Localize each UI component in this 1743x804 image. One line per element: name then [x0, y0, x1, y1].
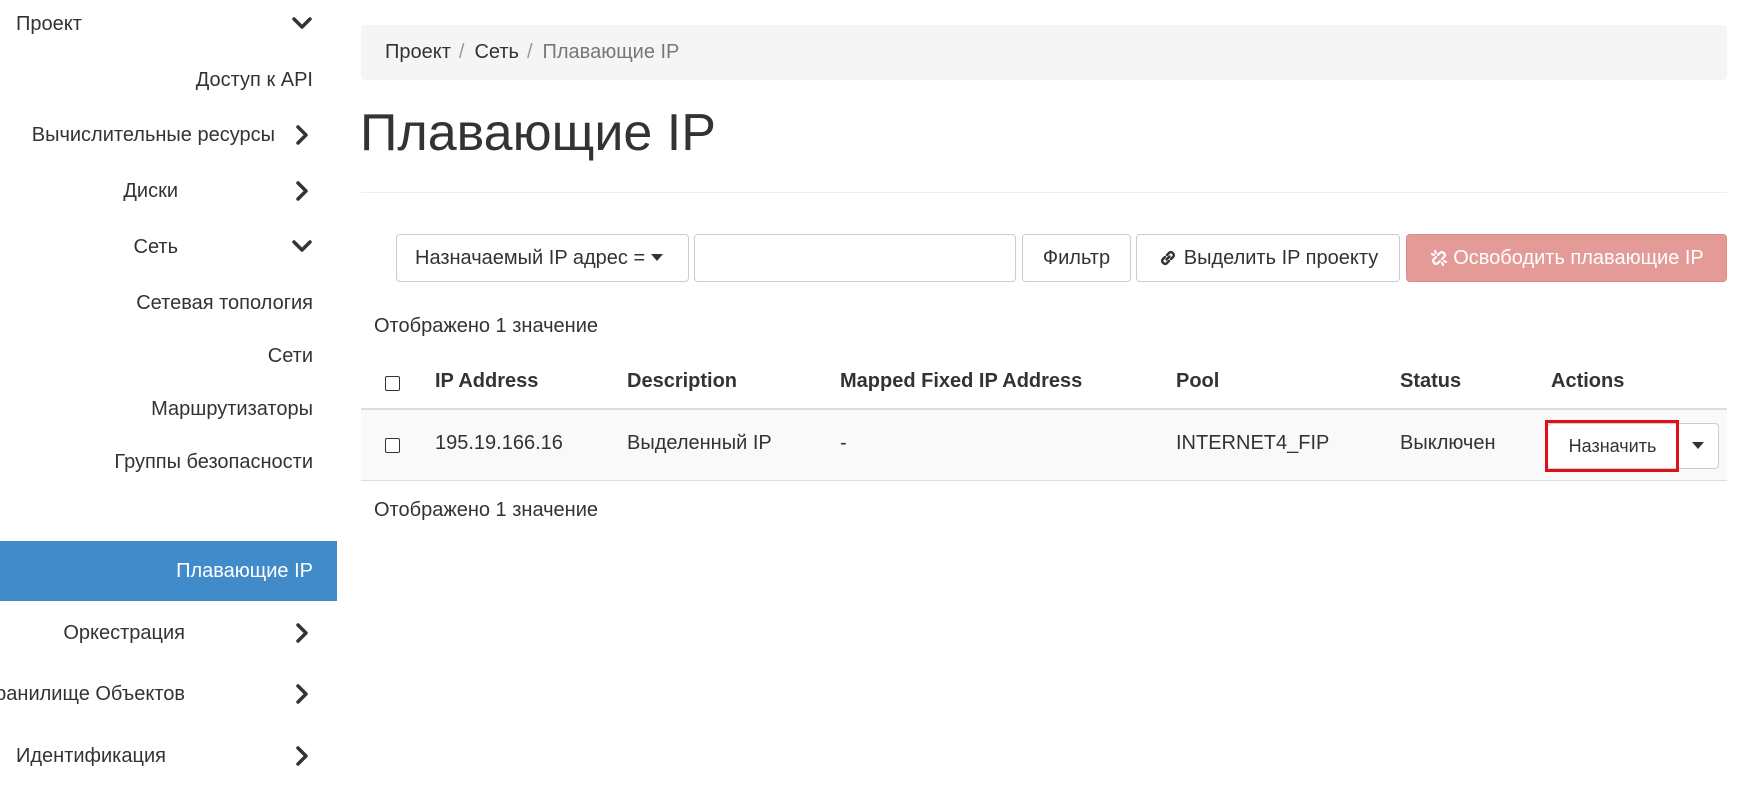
chevron-right-icon	[291, 683, 313, 705]
sidebar-item-networks[interactable]: Сети	[0, 328, 337, 384]
filter-button-label: Фильтр	[1042, 246, 1111, 269]
sidebar-item-object-store[interactable]: Хранилище Объектов	[0, 666, 337, 722]
actions-dropdown-toggle[interactable]	[1677, 423, 1719, 469]
sidebar: Проект Доступ к API Вычислительные ресур…	[0, 0, 337, 804]
cell-mapped-fixed-ip: -	[840, 432, 847, 454]
release-floating-ips-button[interactable]: Освободить плавающие IP	[1406, 234, 1727, 282]
chevron-down-icon	[291, 13, 313, 35]
column-header-status[interactable]: Status	[1400, 370, 1461, 393]
filter-field-label: Назначаемый IP адрес =	[415, 246, 646, 269]
cell-description: Выделенный IP	[627, 432, 772, 454]
sidebar-item-network-topology[interactable]: Сетевая топология	[0, 275, 337, 331]
caret-down-icon	[1692, 442, 1704, 450]
column-header-description[interactable]: Description	[627, 370, 737, 393]
sidebar-item-volumes[interactable]: Диски	[0, 163, 337, 219]
title-divider	[361, 192, 1727, 193]
chevron-right-icon	[291, 622, 313, 644]
breadcrumb-item-current: Плавающие IP	[542, 41, 680, 63]
sidebar-item-label: Сетевая топология	[136, 291, 313, 314]
sidebar-item-label: Проект	[16, 12, 82, 35]
sidebar-item-label: Плавающие IP	[176, 559, 313, 582]
cell-status: Выключен	[1400, 432, 1496, 454]
sidebar-item-label: Оркестрация	[63, 621, 185, 644]
sidebar-item-label: Диски	[123, 179, 178, 202]
link-icon	[1158, 248, 1178, 268]
filter-button[interactable]: Фильтр	[1022, 234, 1131, 282]
chevron-right-icon	[291, 745, 313, 767]
breadcrumb-item-project[interactable]: Проект	[385, 41, 451, 64]
filter-field-dropdown[interactable]: Назначаемый IP адрес =	[396, 234, 689, 282]
sidebar-item-label: Маршрутизаторы	[151, 397, 313, 420]
breadcrumb-item-network[interactable]: Сеть	[474, 41, 518, 64]
allocate-ip-button[interactable]: Выделить IP проекту	[1136, 234, 1400, 282]
breadcrumb-separator: /	[458, 41, 465, 63]
table-row: 195.19.166.16 Выделенный IP - INTERNET4_…	[361, 410, 1727, 481]
breadcrumb-separator: /	[526, 41, 533, 63]
cell-pool: INTERNET4_FIP	[1176, 432, 1330, 454]
sidebar-item-network[interactable]: Сеть	[0, 219, 337, 275]
associate-button-label: Назначить	[1568, 435, 1657, 456]
sidebar-item-label: Доступ к API	[195, 68, 313, 91]
chevron-down-icon	[291, 236, 313, 258]
breadcrumb: Проект / Сеть / Плавающие IP	[361, 25, 1727, 80]
associate-button[interactable]: Назначить	[1547, 423, 1678, 469]
column-header-pool[interactable]: Pool	[1176, 370, 1219, 393]
sidebar-item-label: Сеть	[133, 235, 178, 258]
sidebar-item-identity[interactable]: Идентификация	[0, 728, 337, 784]
row-select-checkbox[interactable]	[385, 438, 400, 453]
column-header-actions: Actions	[1551, 370, 1625, 392]
release-floating-ips-label: Освободить плавающие IP	[1453, 246, 1704, 269]
column-header-mapped-fixed-ip[interactable]: Mapped Fixed IP Address	[840, 370, 1082, 393]
select-all-checkbox[interactable]	[385, 376, 400, 391]
sidebar-item-label: Хранилище Объектов	[0, 682, 185, 705]
cell-ip-address: 195.19.166.16	[435, 432, 563, 454]
sidebar-item-floating-ips-active[interactable]: Плавающие IP	[0, 541, 337, 601]
sidebar-item-security-groups[interactable]: Группы безопасности	[0, 434, 337, 490]
caret-down-icon	[651, 254, 664, 262]
items-count-top: Отображено 1 значение	[374, 315, 599, 337]
sidebar-item-compute[interactable]: Вычислительные ресурсы	[0, 107, 337, 163]
column-header-ip-address[interactable]: IP Address	[435, 370, 538, 393]
chevron-right-icon	[291, 180, 313, 202]
allocate-ip-label: Выделить IP проекту	[1183, 246, 1379, 269]
sidebar-item-orchestration[interactable]: Оркестрация	[0, 605, 337, 661]
page-title: Плавающие IP	[360, 104, 716, 162]
filter-input[interactable]	[694, 234, 1016, 282]
sidebar-item-label: Сети	[267, 344, 313, 367]
chevron-right-icon	[291, 124, 313, 146]
sidebar-item-label: Группы безопасности	[114, 450, 313, 473]
sidebar-item-label: Вычислительные ресурсы	[31, 123, 275, 146]
items-count-bottom: Отображено 1 значение	[374, 499, 599, 521]
sidebar-item-label: Идентификация	[16, 744, 166, 767]
table-header: IP Address Description Mapped Fixed IP A…	[361, 360, 1727, 410]
sidebar-item-routers[interactable]: Маршрутизаторы	[0, 381, 337, 437]
sidebar-item-api-access[interactable]: Доступ к API	[0, 52, 337, 108]
main-content: Проект / Сеть / Плавающие IP Плавающие I…	[360, 0, 1727, 804]
unlink-icon	[1429, 248, 1449, 268]
sidebar-item-project[interactable]: Проект	[0, 0, 337, 52]
row-actions-split-button: Назначить	[1547, 423, 1719, 469]
